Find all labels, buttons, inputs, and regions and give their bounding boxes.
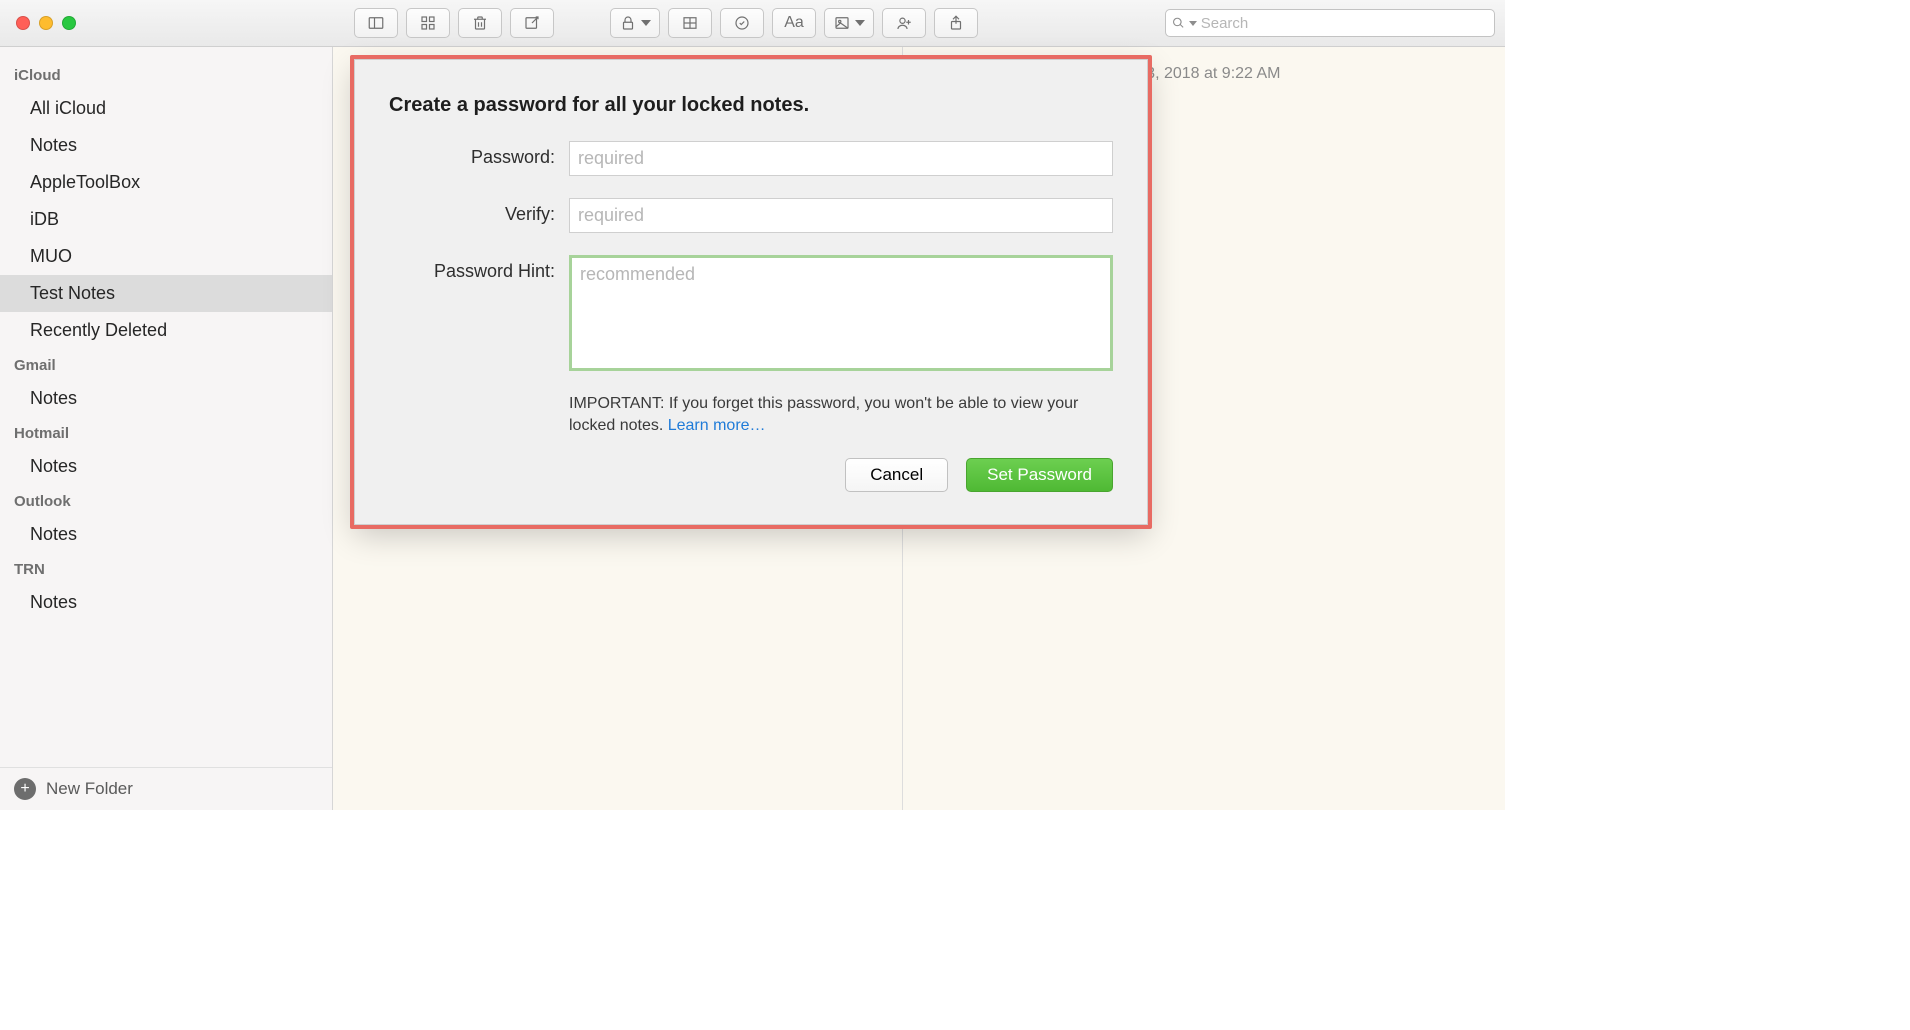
check-circle-icon: [733, 14, 751, 32]
create-password-dialog: Create a password for all your locked no…: [354, 59, 1148, 525]
photo-icon: [833, 14, 851, 32]
grid-view-button[interactable]: [406, 8, 450, 38]
sidebar-item-gmail-notes[interactable]: Notes: [0, 380, 332, 417]
text-aa-icon: Aa: [784, 14, 804, 32]
compose-icon: [523, 14, 541, 32]
sidebar-section-outlook: Outlook: [0, 485, 332, 516]
search-field[interactable]: [1165, 9, 1495, 37]
new-folder-button[interactable]: + New Folder: [0, 767, 332, 810]
dialog-warning-text: IMPORTANT: If you forget this password, …: [569, 395, 1078, 434]
sidebar-item-trn-notes[interactable]: Notes: [0, 584, 332, 621]
sidebar: iCloud All iCloud Notes AppleToolBox iDB…: [0, 47, 333, 810]
password-label: Password:: [389, 141, 569, 168]
lock-icon: [619, 14, 637, 32]
password-hint-input[interactable]: [569, 255, 1113, 371]
hint-label: Password Hint:: [389, 255, 569, 282]
close-window-button[interactable]: [16, 16, 30, 30]
lock-note-button[interactable]: [610, 8, 660, 38]
sidebar-item-all-icloud[interactable]: All iCloud: [0, 90, 332, 127]
chevron-down-icon: [855, 20, 865, 26]
table-icon: [681, 14, 699, 32]
verify-label: Verify:: [389, 198, 569, 225]
search-icon: [1172, 16, 1185, 30]
sidebar-item-muo[interactable]: MUO: [0, 238, 332, 275]
sidebar-item-outlook-notes[interactable]: Notes: [0, 516, 332, 553]
traffic-lights: [10, 16, 88, 30]
sidebar-section-hotmail: Hotmail: [0, 417, 332, 448]
sidebar-icon: [367, 14, 385, 32]
cancel-button[interactable]: Cancel: [845, 458, 948, 492]
share-button[interactable]: [934, 8, 978, 38]
sidebar-section-trn: TRN: [0, 553, 332, 584]
text-style-button[interactable]: Aa: [772, 8, 816, 38]
dialog-actions: Cancel Set Password: [389, 458, 1113, 492]
sidebar-item-notes[interactable]: Notes: [0, 127, 332, 164]
sidebar-item-appletoolbox[interactable]: AppleToolBox: [0, 164, 332, 201]
password-input[interactable]: [569, 141, 1113, 176]
dialog-heading: Create a password for all your locked no…: [389, 94, 1113, 117]
media-button[interactable]: [824, 8, 874, 38]
toolbar-group-format: Aa: [610, 8, 978, 38]
add-people-button[interactable]: [882, 8, 926, 38]
titlebar: Aa: [0, 0, 1505, 47]
new-note-button[interactable]: [510, 8, 554, 38]
share-icon: [947, 14, 965, 32]
new-folder-label: New Folder: [46, 779, 133, 799]
sidebar-section-gmail: Gmail: [0, 349, 332, 380]
search-input[interactable]: [1201, 15, 1488, 32]
delete-note-button[interactable]: [458, 8, 502, 38]
verify-input[interactable]: [569, 198, 1113, 233]
grid-icon: [419, 14, 437, 32]
learn-more-link[interactable]: Learn more…: [668, 417, 766, 434]
chevron-down-icon: [641, 20, 651, 26]
minimize-window-button[interactable]: [39, 16, 53, 30]
sidebar-item-hotmail-notes[interactable]: Notes: [0, 448, 332, 485]
table-button[interactable]: [668, 8, 712, 38]
sidebar-item-idb[interactable]: iDB: [0, 201, 332, 238]
dialog-warning: IMPORTANT: If you forget this password, …: [569, 393, 1113, 436]
sidebar-toggle-button[interactable]: [354, 8, 398, 38]
plus-circle-icon: +: [14, 778, 36, 800]
checklist-button[interactable]: [720, 8, 764, 38]
set-password-button[interactable]: Set Password: [966, 458, 1113, 492]
sidebar-section-icloud: iCloud: [0, 59, 332, 90]
sidebar-item-test-notes[interactable]: Test Notes: [0, 275, 332, 312]
trash-icon: [471, 14, 489, 32]
chevron-down-icon: [1189, 21, 1197, 26]
toolbar-group-view: [354, 8, 554, 38]
zoom-window-button[interactable]: [62, 16, 76, 30]
add-person-icon: [895, 14, 913, 32]
sidebar-item-recently-deleted[interactable]: Recently Deleted: [0, 312, 332, 349]
